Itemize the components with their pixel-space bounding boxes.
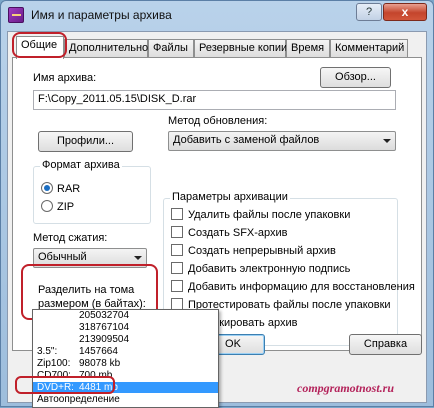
winrar-app-icon <box>8 7 24 23</box>
option-name: Автоопределение <box>37 394 120 405</box>
option-name: DVD+R: <box>37 382 74 393</box>
tab-backup[interactable]: Резервные копии <box>194 39 287 58</box>
help-button[interactable]: Справка <box>349 334 422 355</box>
list-item[interactable]: 213909504 <box>33 334 218 345</box>
tab-general[interactable]: Общие <box>16 36 64 59</box>
list-item[interactable]: 3.5": 1457664 <box>33 346 218 357</box>
checkbox-icon <box>171 244 183 256</box>
archive-format-title: Формат архива <box>40 159 122 171</box>
option-recovery[interactable]: Добавить информацию для восстановления <box>171 280 415 294</box>
chevron-down-icon <box>134 256 142 260</box>
general-tab-panel: Имя архива: Обзор... F:\Copy_2011.05.15\… <box>12 57 422 351</box>
title-bar[interactable]: Имя и параметры архива ? x <box>1 1 433 29</box>
radio-rar-label: RAR <box>57 183 81 195</box>
radio-zip[interactable]: ZIP <box>41 200 74 214</box>
checkbox-icon <box>171 280 183 292</box>
option-label: Добавить информацию для восстановления <box>188 281 415 293</box>
tab-advanced[interactable]: Дополнительно <box>64 39 148 58</box>
radio-button-icon <box>41 182 53 194</box>
option-value: 700 mb <box>79 370 113 381</box>
update-method-value: Добавить с заменой файлов <box>173 134 320 146</box>
chevron-down-icon <box>383 139 391 143</box>
compression-select[interactable]: Обычный <box>33 248 147 268</box>
list-item[interactable]: Автоопределение <box>33 394 218 405</box>
update-method-select[interactable]: Добавить с заменой файлов <box>168 131 396 151</box>
checkbox-icon <box>171 226 183 238</box>
option-solid[interactable]: Создать непрерывный архив <box>171 244 336 258</box>
option-label: Удалить файлы после упаковки <box>188 209 351 221</box>
profiles-button[interactable]: Профили... <box>38 131 133 152</box>
option-name: Zip100: <box>37 358 71 369</box>
window-title: Имя и параметры архива <box>31 8 172 22</box>
radio-button-icon <box>41 200 53 212</box>
help-title-button[interactable]: ? <box>356 3 382 21</box>
list-item[interactable]: Zip100: 98078 kb <box>33 358 218 369</box>
option-value: 4481 mb <box>79 382 118 393</box>
option-value: 1457664 <box>79 346 118 357</box>
compression-value: Обычный <box>38 251 87 263</box>
update-method-label: Метод обновления: <box>168 115 268 127</box>
option-label: Добавить электронную подпись <box>188 263 351 275</box>
list-item[interactable]: 205032704 <box>33 310 218 321</box>
checkbox-icon <box>171 208 183 220</box>
tab-comment[interactable]: Комментарий <box>330 39 408 58</box>
archive-params-title: Параметры архивации <box>170 191 290 203</box>
checkbox-icon <box>171 262 183 274</box>
archive-name-label: Имя архива: <box>33 72 97 84</box>
archive-dialog-window: Имя и параметры архива ? x Общие Дополни… <box>0 0 434 408</box>
close-window-button[interactable]: x <box>383 3 427 21</box>
option-signature[interactable]: Добавить электронную подпись <box>171 262 350 276</box>
option-value: 318767104 <box>79 322 130 333</box>
option-label: Создать непрерывный архив <box>188 245 336 257</box>
option-name: 3.5": <box>37 346 58 357</box>
split-volume-dropdown: 205032704 318767104 213909504 3.5": 14576… <box>32 309 219 408</box>
list-item-selected[interactable]: DVD+R: 4481 mb <box>33 382 218 393</box>
radio-zip-label: ZIP <box>57 201 75 213</box>
split-label-line1: Разделить на тома <box>38 284 135 296</box>
option-name: CD700: <box>37 370 71 381</box>
compression-label: Метод сжатия: <box>33 232 108 244</box>
watermark-text: compgramotnost.ru <box>297 381 395 395</box>
option-value: 98078 kb <box>79 358 121 369</box>
radio-rar[interactable]: RAR <box>41 182 80 196</box>
option-value: 205032704 <box>79 310 130 321</box>
option-sfx[interactable]: Создать SFX-архив <box>171 226 288 240</box>
list-item[interactable]: 318767104 <box>33 322 218 333</box>
archive-name-input[interactable]: F:\Copy_2011.05.15\DISK_D.rar <box>33 90 396 110</box>
browse-button[interactable]: Обзор... <box>320 67 391 88</box>
tab-time[interactable]: Время <box>286 39 330 58</box>
tab-files[interactable]: Файлы <box>148 39 194 58</box>
list-item[interactable]: CD700: 700 mb <box>33 370 218 381</box>
option-value: 213909504 <box>79 334 130 345</box>
option-delete-after[interactable]: Удалить файлы после упаковки <box>171 208 350 222</box>
option-label: Создать SFX-архив <box>188 227 288 239</box>
